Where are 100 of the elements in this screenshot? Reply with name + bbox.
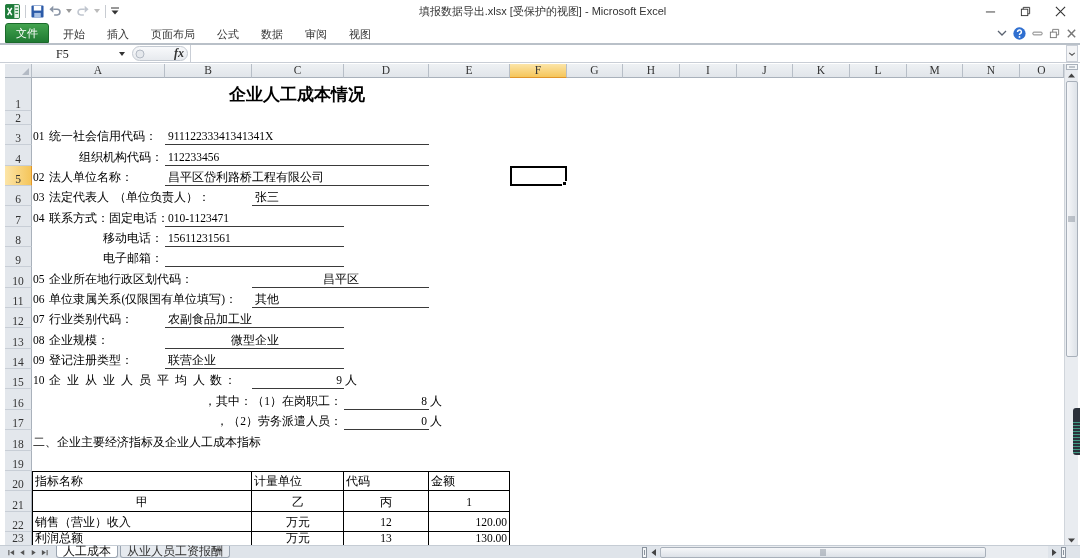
row-header[interactable]: 7 xyxy=(5,206,32,227)
triangle-icon xyxy=(22,68,29,75)
input-field[interactable]: 微型企业 xyxy=(165,328,344,349)
ribbon-tab[interactable]: 数据 xyxy=(250,23,294,43)
vertical-scrollbar[interactable] xyxy=(1064,64,1078,545)
row-header[interactable]: 22 xyxy=(5,511,32,532)
column-header[interactable]: K xyxy=(793,64,850,78)
form-label: 02 法人单位名称： xyxy=(33,171,134,185)
row-header[interactable]: 1 xyxy=(5,78,32,111)
file-tab[interactable]: 文件 xyxy=(5,23,49,43)
input-field[interactable]: 农副食品加工业 xyxy=(165,308,344,329)
save-icon[interactable] xyxy=(31,4,44,18)
column-header[interactable]: M xyxy=(907,64,963,78)
scroll-thumb[interactable] xyxy=(660,546,986,558)
row-header[interactable]: 8 xyxy=(5,226,32,248)
ribbon-tab[interactable]: 视图 xyxy=(338,23,382,43)
column-header[interactable]: H xyxy=(623,64,680,78)
input-field[interactable]: 张三 xyxy=(252,186,429,207)
form-label: 电子邮箱： xyxy=(103,252,163,266)
row-header[interactable]: 15 xyxy=(5,369,32,390)
input-field[interactable]: 010-1123471 xyxy=(165,206,344,227)
column-header[interactable]: F xyxy=(510,64,567,78)
table-cell: 甲 xyxy=(32,491,252,512)
form-label: 09 登记注册类型： xyxy=(33,354,134,368)
grip-icon xyxy=(1068,216,1075,222)
customize-caret-icon[interactable] xyxy=(111,7,119,15)
ribbon-tab[interactable]: 公式 xyxy=(206,23,250,43)
first-sheet-icon[interactable] xyxy=(8,548,15,556)
row-header[interactable]: 9 xyxy=(5,247,32,268)
input-field[interactable]: 112233456 xyxy=(165,145,429,166)
input-field[interactable]: 0 xyxy=(344,409,429,431)
table-cell: 120.00 xyxy=(429,511,510,532)
input-field[interactable]: 其他 xyxy=(252,287,429,309)
ribbon-tab[interactable]: 页面布局 xyxy=(140,23,206,43)
scroll-thumb[interactable] xyxy=(1065,81,1078,357)
input-field[interactable]: 8 xyxy=(344,389,429,410)
spreadsheet-app-icon[interactable] xyxy=(5,3,20,19)
row-header[interactable]: 13 xyxy=(5,328,32,349)
help-icon[interactable] xyxy=(1013,26,1026,40)
column-header[interactable]: E xyxy=(429,64,510,78)
form-label: 人 xyxy=(430,415,442,429)
row-header[interactable]: 14 xyxy=(5,348,32,370)
column-header[interactable]: A xyxy=(32,64,165,78)
row-header[interactable]: 5 xyxy=(5,165,32,187)
insert-function-button[interactable]: fx xyxy=(174,47,184,60)
row-header[interactable]: 20 xyxy=(5,470,32,492)
form-label: 人 xyxy=(345,374,357,388)
column-header[interactable]: N xyxy=(963,64,1020,78)
undo-icon[interactable] xyxy=(49,5,61,17)
chevron-down-icon[interactable] xyxy=(997,28,1007,38)
triangle-up-icon[interactable] xyxy=(1067,71,1076,80)
last-sheet-icon[interactable] xyxy=(41,548,48,556)
row-header[interactable]: 19 xyxy=(5,450,32,471)
input-field[interactable]: 昌平区岱利路桥工程有限公司 xyxy=(165,165,429,187)
expand-button[interactable] xyxy=(1066,45,1078,62)
row-header[interactable]: 4 xyxy=(5,145,32,166)
triangle-right-icon[interactable] xyxy=(30,548,37,556)
triangle-right-icon[interactable] xyxy=(1051,547,1058,557)
column-header[interactable]: G xyxy=(567,64,623,78)
column-header[interactable]: B xyxy=(165,64,252,78)
column-header[interactable]: L xyxy=(850,64,907,78)
form-label: 03 法定代表人 （单位负责人）： xyxy=(33,191,211,205)
triangle-left-icon[interactable] xyxy=(19,548,26,556)
column-header[interactable]: J xyxy=(737,64,793,78)
row-header[interactable]: 6 xyxy=(5,186,32,207)
input-field[interactable]: 91112233341341341X xyxy=(165,125,429,146)
input-field[interactable]: 昌平区 xyxy=(252,267,429,288)
triangle-left-icon[interactable] xyxy=(650,547,657,557)
table-header-cell: 指标名称 xyxy=(32,470,252,492)
sheet-tab[interactable]: 人工成本 xyxy=(56,546,118,558)
restore-icon[interactable] xyxy=(1020,5,1031,17)
ribbon-tab[interactable]: 开始 xyxy=(52,23,96,43)
sheet-tab[interactable]: 从业人员工资报酬 xyxy=(120,546,230,558)
table-cell: 销售（营业）收入 xyxy=(32,511,252,532)
row-header[interactable]: 10 xyxy=(5,267,32,288)
row-header[interactable]: 3 xyxy=(5,125,32,146)
side-panel-handle[interactable] xyxy=(1073,408,1080,455)
split-handle-icon[interactable] xyxy=(1061,546,1066,558)
column-header[interactable]: O xyxy=(1020,64,1064,78)
triangle-down-icon[interactable] xyxy=(1067,536,1076,545)
ribbon-tab[interactable]: 审阅 xyxy=(294,23,338,43)
split-handle-icon[interactable] xyxy=(642,546,647,558)
column-header[interactable]: D xyxy=(344,64,429,78)
input-field[interactable]: 9 xyxy=(252,369,344,390)
column-header[interactable]: I xyxy=(680,64,737,78)
input-field[interactable]: 联营企业 xyxy=(165,348,344,370)
row-header[interactable]: 12 xyxy=(5,308,32,329)
row-header[interactable]: 2 xyxy=(5,111,32,125)
column-header[interactable]: C xyxy=(252,64,344,78)
table-cell: 万元 xyxy=(252,511,344,532)
close-icon[interactable] xyxy=(1055,5,1066,17)
input-field[interactable]: 15611231561 xyxy=(165,226,344,248)
form-label: 10 企 业 从 业 人 员 平 均 人 数： xyxy=(33,374,236,388)
ribbon-tab[interactable]: 插入 xyxy=(96,23,140,43)
row-header[interactable]: 17 xyxy=(5,409,32,431)
row-header[interactable]: 16 xyxy=(5,389,32,410)
row-header[interactable]: 18 xyxy=(5,430,32,451)
row-header[interactable]: 11 xyxy=(5,287,32,309)
row-header[interactable]: 21 xyxy=(5,491,32,512)
caret-icon[interactable] xyxy=(119,51,125,56)
